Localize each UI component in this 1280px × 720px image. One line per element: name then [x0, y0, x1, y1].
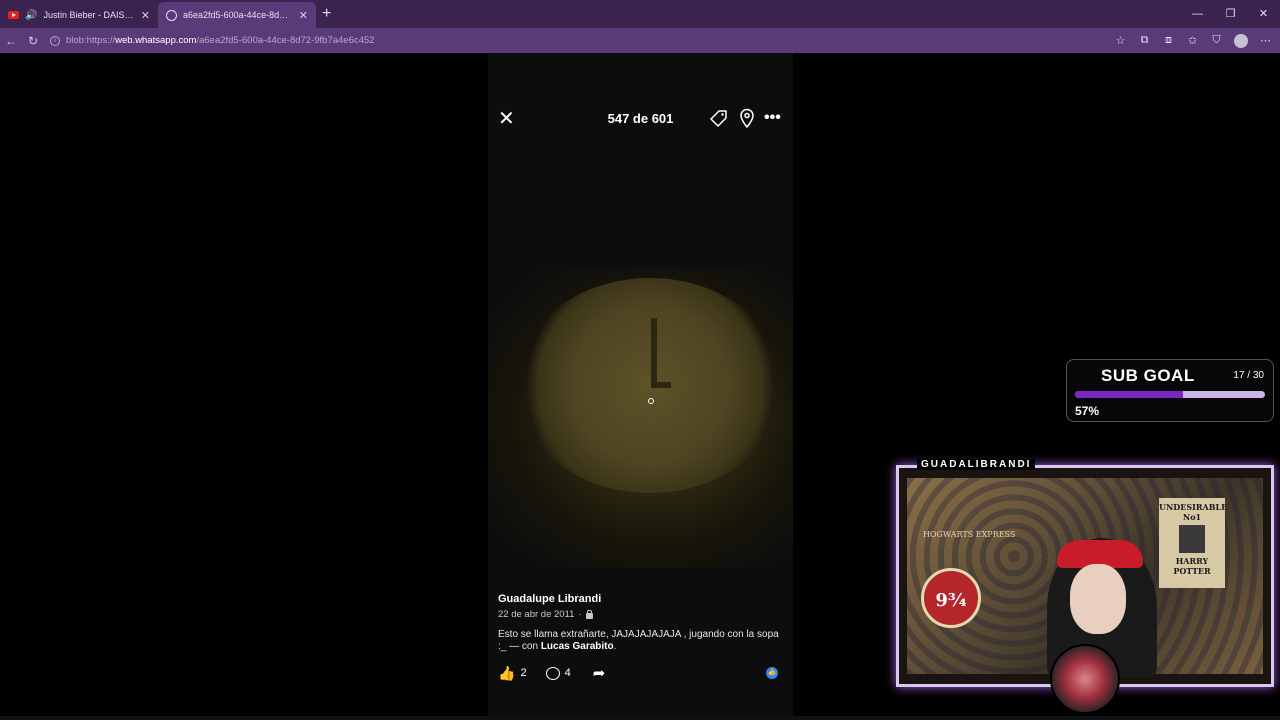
close-window-icon[interactable]: ✕: [1247, 0, 1280, 28]
platform-sign: 9¾: [921, 568, 981, 628]
share-icon[interactable]: ➦: [593, 664, 606, 682]
favorites-icon[interactable]: ✩: [1186, 34, 1199, 47]
close-tab-icon[interactable]: ✕: [299, 9, 308, 22]
sub-goal-widget: SUB GOAL 17 / 30 57%: [1066, 359, 1274, 422]
extensions-icon[interactable]: ⧉: [1138, 34, 1151, 47]
like-count: 2: [520, 667, 527, 679]
comment-count: 4: [564, 667, 571, 679]
sub-goal-title: SUB GOAL: [1101, 366, 1195, 385]
more-options-icon[interactable]: •••: [764, 109, 781, 127]
author-name[interactable]: Guadalupe Librandi: [498, 593, 788, 605]
url-host: web.whatsapp.com: [115, 35, 197, 46]
streamer-name: GUADALIBRANDI: [917, 459, 1036, 470]
like-reaction-badge-icon: 👍: [766, 667, 778, 679]
soup-plate: [516, 278, 784, 493]
tagged-user-link[interactable]: Lucas Garabito: [541, 641, 614, 652]
tab-title: a6ea2fd5-600a-44ce-8d72-9fb7a4e6c452: [183, 10, 293, 20]
tab-strip: 🔊 Justin Bieber - DAISIES (Audio) ✕ a6ea…: [0, 0, 1280, 28]
sub-goal-count: 17 / 30: [1233, 370, 1264, 381]
taskbar-edge: [0, 716, 1280, 720]
hogwarts-sign: HOGWARTS EXPRESS: [923, 530, 1016, 539]
poster-face: [1179, 525, 1205, 553]
url-prefix: blob:https://: [66, 35, 116, 46]
more-menu-icon[interactable]: ⋯: [1259, 34, 1272, 47]
caption-text: Esto se llama extrañarte, JAJAJAJAJAJA ,…: [498, 629, 788, 653]
youtube-icon: [8, 11, 19, 19]
split-screen-icon[interactable]: ⧈: [1162, 34, 1175, 47]
caption-end: .: [613, 641, 617, 652]
shield-icon[interactable]: ⛉: [1210, 34, 1223, 47]
comment-bubble-icon: [545, 666, 560, 680]
photo-counter: 547 de 601: [607, 111, 674, 126]
comment-button[interactable]: 4: [545, 666, 571, 680]
url-field[interactable]: i blob:https://web.whatsapp.com/a6ea2fd5…: [50, 35, 374, 46]
restore-icon[interactable]: ❐: [1214, 0, 1247, 28]
profile-avatar[interactable]: [1234, 33, 1248, 48]
tab-whatsapp-blob[interactable]: a6ea2fd5-600a-44ce-8d72-9fb7a4e6c452 ✕: [158, 2, 316, 28]
post-caption: Guadalupe Librandi 22 de abr de 2011 · E…: [498, 593, 788, 653]
date-separator: ·: [578, 609, 582, 620]
tag-icon[interactable]: [710, 109, 728, 127]
poster-number: No1: [1182, 512, 1202, 522]
plate-letter-mark: [651, 318, 671, 388]
viewer-top-controls: ✕ 547 de 601 •••: [488, 103, 793, 135]
sub-goal-progress-fill: [1075, 391, 1184, 398]
info-icon[interactable]: i: [50, 35, 60, 46]
minimize-icon[interactable]: —: [1181, 0, 1214, 28]
streamer-face: [1070, 564, 1126, 634]
date-text[interactable]: 22 de abr de 2011: [498, 609, 574, 620]
photo[interactable]: [488, 268, 793, 568]
post-date: 22 de abr de 2011 ·: [498, 609, 788, 620]
back-icon[interactable]: ←: [0, 34, 22, 48]
new-tab-button[interactable]: +: [322, 5, 331, 23]
speaker-icon[interactable]: 🔊: [25, 10, 37, 21]
close-icon[interactable]: ✕: [498, 109, 515, 129]
thumbs-up-icon: 👍: [498, 664, 516, 681]
tab-title: Justin Bieber - DAISIES (Audio): [43, 10, 134, 20]
wanted-poster: UNDESIRABLE No1 HARRY POTTER: [1159, 498, 1228, 588]
sub-goal-percent: 57%: [1075, 404, 1100, 418]
toolbar-icons: ☆ ⧉ ⧈ ✩ ⛉ ⋯: [1114, 28, 1272, 53]
globe-icon: [166, 9, 177, 21]
photo-viewer: ✕ 547 de 601 ••• Guadalupe Librandi 22 d…: [488, 53, 793, 720]
tab-youtube[interactable]: 🔊 Justin Bieber - DAISIES (Audio) ✕: [0, 2, 158, 28]
streamer-avatar: [1050, 644, 1120, 714]
poster-title: UNDESIRABLE: [1159, 502, 1228, 512]
reload-icon[interactable]: ↻: [22, 34, 44, 48]
like-button[interactable]: 👍 2: [498, 665, 527, 682]
reaction-bar: 👍 2 4 ➦ 👍: [498, 663, 788, 683]
location-pin-icon[interactable]: [739, 108, 755, 128]
cursor-indicator: [648, 398, 654, 404]
address-bar: ← ↻ i blob:https://web.whatsapp.com/a6ea…: [0, 28, 1280, 53]
window-controls: — ❐ ✕: [1181, 0, 1280, 28]
url-path: /a6ea2fd5-600a-44ce-8d72-9fb7a4e6c452: [196, 35, 375, 46]
close-tab-icon[interactable]: ✕: [141, 9, 150, 22]
sub-goal-progress-bar: [1075, 391, 1265, 398]
poster-name: HARRY POTTER: [1173, 556, 1211, 576]
lock-icon: [585, 609, 593, 619]
favorite-star-icon[interactable]: ☆: [1114, 34, 1127, 47]
